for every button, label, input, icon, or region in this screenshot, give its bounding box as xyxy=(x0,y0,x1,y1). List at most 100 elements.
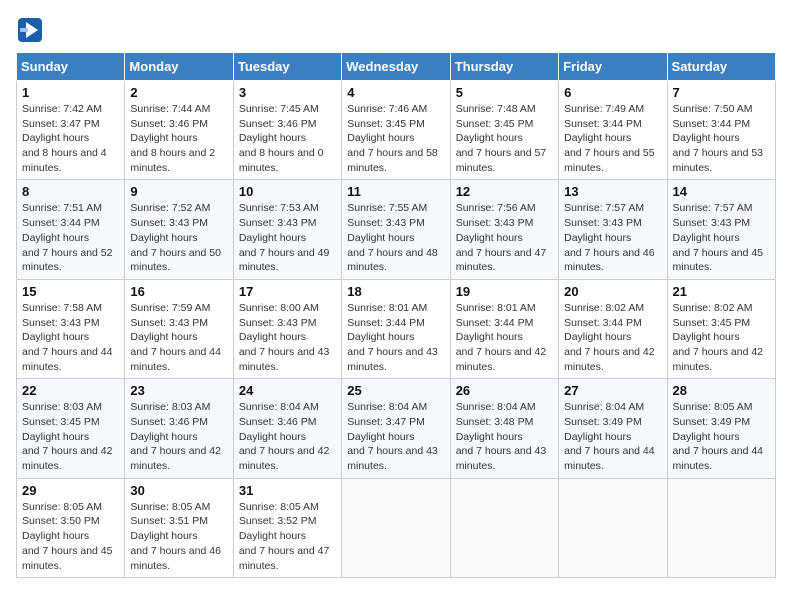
day-detail: Sunrise: 7:45 AM Sunset: 3:46 PM Dayligh… xyxy=(239,102,336,175)
logo xyxy=(16,16,48,44)
day-detail: Sunrise: 8:04 AM Sunset: 3:49 PM Dayligh… xyxy=(564,400,661,473)
calendar-day-cell: 7 Sunrise: 7:50 AM Sunset: 3:44 PM Dayli… xyxy=(667,81,775,180)
day-detail: Sunrise: 8:03 AM Sunset: 3:46 PM Dayligh… xyxy=(130,400,227,473)
day-number: 15 xyxy=(22,284,119,299)
day-number: 10 xyxy=(239,184,336,199)
day-number: 12 xyxy=(456,184,553,199)
day-detail: Sunrise: 7:48 AM Sunset: 3:45 PM Dayligh… xyxy=(456,102,553,175)
calendar-day-cell xyxy=(342,478,450,577)
day-detail: Sunrise: 8:02 AM Sunset: 3:45 PM Dayligh… xyxy=(673,301,770,374)
day-number: 8 xyxy=(22,184,119,199)
calendar-day-cell: 28 Sunrise: 8:05 AM Sunset: 3:49 PM Dayl… xyxy=(667,379,775,478)
day-detail: Sunrise: 8:05 AM Sunset: 3:50 PM Dayligh… xyxy=(22,500,119,573)
day-detail: Sunrise: 7:55 AM Sunset: 3:43 PM Dayligh… xyxy=(347,201,444,274)
day-number: 18 xyxy=(347,284,444,299)
day-detail: Sunrise: 8:05 AM Sunset: 3:52 PM Dayligh… xyxy=(239,500,336,573)
calendar-day-cell: 2 Sunrise: 7:44 AM Sunset: 3:46 PM Dayli… xyxy=(125,81,233,180)
day-number: 16 xyxy=(130,284,227,299)
calendar-day-cell: 3 Sunrise: 7:45 AM Sunset: 3:46 PM Dayli… xyxy=(233,81,341,180)
day-number: 7 xyxy=(673,85,770,100)
calendar-day-cell: 17 Sunrise: 8:00 AM Sunset: 3:43 PM Dayl… xyxy=(233,279,341,378)
day-number: 14 xyxy=(673,184,770,199)
calendar-week-row: 29 Sunrise: 8:05 AM Sunset: 3:50 PM Dayl… xyxy=(17,478,776,577)
weekday-header: Saturday xyxy=(667,53,775,81)
day-number: 2 xyxy=(130,85,227,100)
calendar-day-cell: 8 Sunrise: 7:51 AM Sunset: 3:44 PM Dayli… xyxy=(17,180,125,279)
day-number: 27 xyxy=(564,383,661,398)
day-number: 13 xyxy=(564,184,661,199)
logo-icon xyxy=(16,16,44,44)
calendar-day-cell: 18 Sunrise: 8:01 AM Sunset: 3:44 PM Dayl… xyxy=(342,279,450,378)
day-number: 26 xyxy=(456,383,553,398)
calendar-day-cell: 20 Sunrise: 8:02 AM Sunset: 3:44 PM Dayl… xyxy=(559,279,667,378)
weekday-header: Friday xyxy=(559,53,667,81)
day-detail: Sunrise: 8:01 AM Sunset: 3:44 PM Dayligh… xyxy=(347,301,444,374)
day-detail: Sunrise: 8:01 AM Sunset: 3:44 PM Dayligh… xyxy=(456,301,553,374)
calendar-day-cell: 30 Sunrise: 8:05 AM Sunset: 3:51 PM Dayl… xyxy=(125,478,233,577)
day-detail: Sunrise: 7:56 AM Sunset: 3:43 PM Dayligh… xyxy=(456,201,553,274)
day-detail: Sunrise: 7:57 AM Sunset: 3:43 PM Dayligh… xyxy=(564,201,661,274)
day-detail: Sunrise: 8:05 AM Sunset: 3:51 PM Dayligh… xyxy=(130,500,227,573)
calendar-day-cell: 16 Sunrise: 7:59 AM Sunset: 3:43 PM Dayl… xyxy=(125,279,233,378)
calendar-day-cell: 11 Sunrise: 7:55 AM Sunset: 3:43 PM Dayl… xyxy=(342,180,450,279)
calendar-day-cell: 9 Sunrise: 7:52 AM Sunset: 3:43 PM Dayli… xyxy=(125,180,233,279)
calendar-table: SundayMondayTuesdayWednesdayThursdayFrid… xyxy=(16,52,776,578)
weekday-header: Thursday xyxy=(450,53,558,81)
day-number: 30 xyxy=(130,483,227,498)
calendar-day-cell: 21 Sunrise: 8:02 AM Sunset: 3:45 PM Dayl… xyxy=(667,279,775,378)
day-number: 28 xyxy=(673,383,770,398)
calendar-day-cell: 5 Sunrise: 7:48 AM Sunset: 3:45 PM Dayli… xyxy=(450,81,558,180)
day-number: 5 xyxy=(456,85,553,100)
calendar-day-cell: 14 Sunrise: 7:57 AM Sunset: 3:43 PM Dayl… xyxy=(667,180,775,279)
calendar-day-cell: 6 Sunrise: 7:49 AM Sunset: 3:44 PM Dayli… xyxy=(559,81,667,180)
day-detail: Sunrise: 8:04 AM Sunset: 3:48 PM Dayligh… xyxy=(456,400,553,473)
calendar-day-cell: 26 Sunrise: 8:04 AM Sunset: 3:48 PM Dayl… xyxy=(450,379,558,478)
calendar-day-cell: 10 Sunrise: 7:53 AM Sunset: 3:43 PM Dayl… xyxy=(233,180,341,279)
day-detail: Sunrise: 8:04 AM Sunset: 3:46 PM Dayligh… xyxy=(239,400,336,473)
day-detail: Sunrise: 7:59 AM Sunset: 3:43 PM Dayligh… xyxy=(130,301,227,374)
day-detail: Sunrise: 8:03 AM Sunset: 3:45 PM Dayligh… xyxy=(22,400,119,473)
calendar-header-row: SundayMondayTuesdayWednesdayThursdayFrid… xyxy=(17,53,776,81)
day-number: 21 xyxy=(673,284,770,299)
day-detail: Sunrise: 8:05 AM Sunset: 3:49 PM Dayligh… xyxy=(673,400,770,473)
day-detail: Sunrise: 7:42 AM Sunset: 3:47 PM Dayligh… xyxy=(22,102,119,175)
calendar-day-cell: 12 Sunrise: 7:56 AM Sunset: 3:43 PM Dayl… xyxy=(450,180,558,279)
day-detail: Sunrise: 7:46 AM Sunset: 3:45 PM Dayligh… xyxy=(347,102,444,175)
day-number: 17 xyxy=(239,284,336,299)
calendar-day-cell: 23 Sunrise: 8:03 AM Sunset: 3:46 PM Dayl… xyxy=(125,379,233,478)
day-detail: Sunrise: 7:53 AM Sunset: 3:43 PM Dayligh… xyxy=(239,201,336,274)
day-number: 22 xyxy=(22,383,119,398)
day-number: 9 xyxy=(130,184,227,199)
day-detail: Sunrise: 7:49 AM Sunset: 3:44 PM Dayligh… xyxy=(564,102,661,175)
day-number: 4 xyxy=(347,85,444,100)
day-detail: Sunrise: 8:00 AM Sunset: 3:43 PM Dayligh… xyxy=(239,301,336,374)
calendar-day-cell: 13 Sunrise: 7:57 AM Sunset: 3:43 PM Dayl… xyxy=(559,180,667,279)
calendar-day-cell: 31 Sunrise: 8:05 AM Sunset: 3:52 PM Dayl… xyxy=(233,478,341,577)
day-detail: Sunrise: 7:58 AM Sunset: 3:43 PM Dayligh… xyxy=(22,301,119,374)
calendar-day-cell: 1 Sunrise: 7:42 AM Sunset: 3:47 PM Dayli… xyxy=(17,81,125,180)
day-detail: Sunrise: 7:52 AM Sunset: 3:43 PM Dayligh… xyxy=(130,201,227,274)
day-detail: Sunrise: 8:04 AM Sunset: 3:47 PM Dayligh… xyxy=(347,400,444,473)
calendar-day-cell: 19 Sunrise: 8:01 AM Sunset: 3:44 PM Dayl… xyxy=(450,279,558,378)
day-detail: Sunrise: 8:02 AM Sunset: 3:44 PM Dayligh… xyxy=(564,301,661,374)
calendar-week-row: 1 Sunrise: 7:42 AM Sunset: 3:47 PM Dayli… xyxy=(17,81,776,180)
day-number: 29 xyxy=(22,483,119,498)
day-number: 24 xyxy=(239,383,336,398)
calendar-day-cell: 15 Sunrise: 7:58 AM Sunset: 3:43 PM Dayl… xyxy=(17,279,125,378)
calendar-day-cell xyxy=(559,478,667,577)
day-detail: Sunrise: 7:44 AM Sunset: 3:46 PM Dayligh… xyxy=(130,102,227,175)
calendar-day-cell xyxy=(667,478,775,577)
calendar-week-row: 22 Sunrise: 8:03 AM Sunset: 3:45 PM Dayl… xyxy=(17,379,776,478)
day-number: 25 xyxy=(347,383,444,398)
day-detail: Sunrise: 7:57 AM Sunset: 3:43 PM Dayligh… xyxy=(673,201,770,274)
day-detail: Sunrise: 7:51 AM Sunset: 3:44 PM Dayligh… xyxy=(22,201,119,274)
calendar-day-cell xyxy=(450,478,558,577)
calendar-day-cell: 22 Sunrise: 8:03 AM Sunset: 3:45 PM Dayl… xyxy=(17,379,125,478)
calendar-day-cell: 25 Sunrise: 8:04 AM Sunset: 3:47 PM Dayl… xyxy=(342,379,450,478)
day-number: 11 xyxy=(347,184,444,199)
calendar-day-cell: 4 Sunrise: 7:46 AM Sunset: 3:45 PM Dayli… xyxy=(342,81,450,180)
calendar-week-row: 8 Sunrise: 7:51 AM Sunset: 3:44 PM Dayli… xyxy=(17,180,776,279)
day-number: 23 xyxy=(130,383,227,398)
calendar-day-cell: 29 Sunrise: 8:05 AM Sunset: 3:50 PM Dayl… xyxy=(17,478,125,577)
calendar-day-cell: 27 Sunrise: 8:04 AM Sunset: 3:49 PM Dayl… xyxy=(559,379,667,478)
